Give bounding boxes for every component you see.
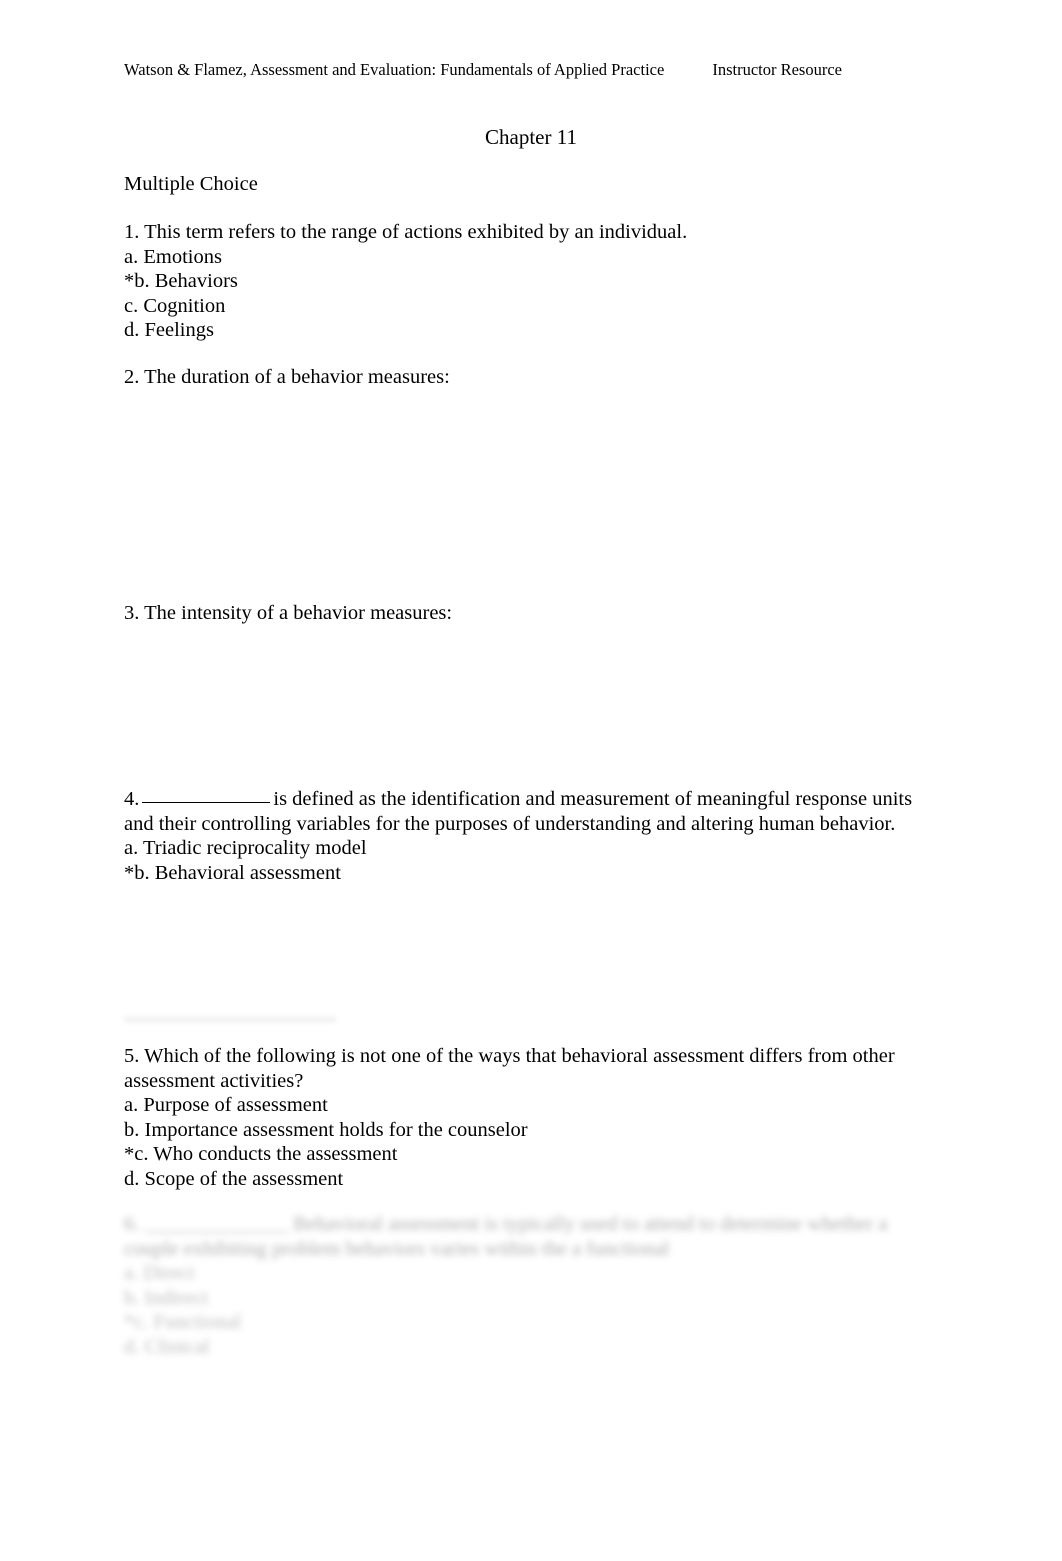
question-4: 4. is defined as the identification and m… — [124, 787, 936, 885]
question-1-option-d: d. Feelings — [124, 319, 214, 341]
question-5-option-c: *c. Who conducts the assessment — [124, 1143, 398, 1165]
question-3-stem: 3. The intensity of a behavior measures: — [124, 602, 453, 624]
question-6-illegible: 6. ______________ Behavioral assessment … — [124, 1212, 936, 1359]
question-4-stem: 4. is defined as the identification and m… — [124, 787, 936, 836]
question-3: 3. The intensity of a behavior measures: — [124, 601, 936, 626]
question-6-stem-line-1: 6. ______________ Behavioral assessment … — [124, 1213, 888, 1235]
question-1-stem: 1. This term refers to the range of acti… — [124, 221, 688, 243]
question-5: 5. Which of the following is not one of … — [124, 1044, 936, 1191]
question-6-option-d: d. Clinical — [124, 1335, 210, 1358]
running-header: Watson & Flamez, Assessment and Evaluati… — [124, 60, 944, 80]
question-4-option-a: a. Triadic reciprocality model — [124, 837, 367, 859]
question-5-option-d: d. Scope of the assessment — [124, 1167, 344, 1190]
header-left-text: Watson & Flamez, Assessment and Evaluati… — [124, 60, 665, 79]
question-4-option-b: *b. Behavioral assessment — [124, 861, 341, 884]
question-4-number: 4. — [124, 788, 140, 810]
faded-rule-artifact — [124, 1016, 336, 1023]
question-1-option-b: *b. Behaviors — [124, 270, 238, 292]
header-right-text: Instructor Resource — [712, 60, 842, 79]
question-2-stem: 2. The duration of a behavior measures: — [124, 366, 450, 388]
question-1-option-c: c. Cognition — [124, 294, 226, 317]
question-5-option-a: a. Purpose of assessment — [124, 1094, 328, 1116]
document-page: Watson & Flamez, Assessment and Evaluati… — [0, 0, 1062, 1561]
question-5-stem: 5. Which of the following is not one of … — [124, 1045, 895, 1092]
question-4-stem-text: is defined as the identification and mea… — [124, 788, 913, 835]
fill-in-blank-rule — [142, 802, 271, 803]
question-5-option-b: b. Importance assessment holds for the c… — [124, 1118, 528, 1141]
section-label: Multiple Choice — [124, 173, 258, 195]
question-6-option-c: *c. Functional — [124, 1311, 242, 1333]
question-6-option-b: b. Indirect — [124, 1286, 209, 1309]
question-6-stem-line-2: couple exhibiting problem behaviors vari… — [124, 1237, 670, 1260]
question-1-option-a: a. Emotions — [124, 245, 222, 268]
question-1: 1. This term refers to the range of acti… — [124, 220, 936, 343]
question-6-option-a: a. Direct — [124, 1262, 195, 1284]
question-2: 2. The duration of a behavior measures: — [124, 365, 936, 390]
page-title: Chapter 11 — [485, 125, 577, 149]
